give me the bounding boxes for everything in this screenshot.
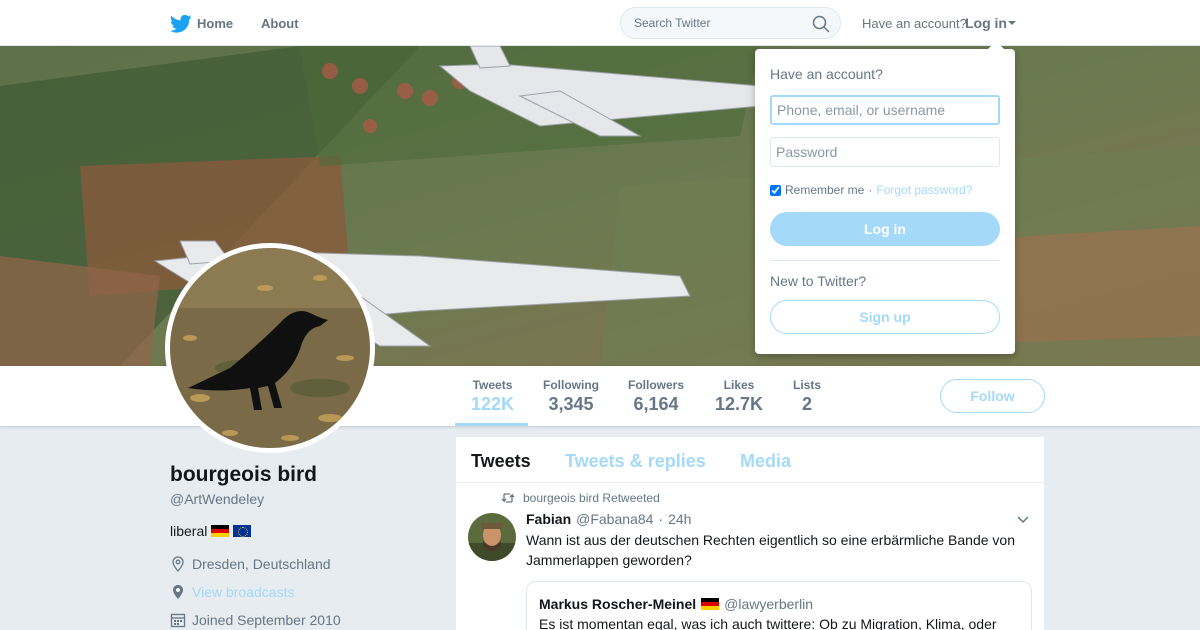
remember-me-row: Remember me · Forgot password? [770, 183, 972, 197]
profile-name[interactable]: bourgeois bird [170, 463, 317, 487]
quoted-tweet-text: Es ist momentan egal, was ich auch twitt… [539, 616, 997, 630]
retweet-icon [501, 493, 515, 503]
stat-value: 12.7K [715, 394, 764, 414]
login-menu-toggle[interactable]: Log in [965, 15, 1007, 31]
follow-button[interactable]: Follow [940, 379, 1045, 413]
login-button[interactable]: Log in [770, 212, 1000, 246]
quoted-author-name: Markus Roscher-Meinel [539, 596, 697, 612]
stat-likes[interactable]: Likes 12.7K [715, 378, 763, 415]
germany-flag-icon [701, 598, 720, 610]
have-account-text: Have an account? [862, 16, 967, 31]
germany-flag-icon [211, 525, 230, 537]
search-icon[interactable] [812, 15, 830, 33]
eu-flag-icon [233, 525, 252, 537]
profile-broadcasts[interactable]: View broadcasts [170, 584, 294, 600]
stat-followers[interactable]: Followers 6,164 [628, 378, 684, 415]
password-field[interactable] [770, 137, 1000, 167]
periscope-icon [173, 585, 183, 599]
calendar-icon [170, 613, 186, 628]
nav-home-link[interactable]: Home [197, 16, 233, 31]
tweet-author-avatar[interactable] [468, 513, 516, 561]
profile-bio: liberal [170, 523, 252, 539]
bio-text: liberal [170, 523, 208, 539]
tab-media[interactable]: Media [740, 451, 791, 472]
remember-me-checkbox[interactable] [770, 184, 781, 196]
stat-value: 3,345 [548, 394, 594, 414]
tweet-timestamp[interactable]: 24h [668, 511, 691, 527]
author-photo [468, 513, 516, 561]
stat-label: Lists [793, 378, 822, 392]
tab-tweets[interactable]: Tweets [471, 451, 531, 472]
stat-lists[interactable]: Lists 2 [793, 378, 821, 415]
retweeted-by-text[interactable]: bourgeois bird Retweeted [523, 491, 660, 505]
chevron-down-icon[interactable] [1017, 516, 1029, 524]
login-dropdown: Have an account? Remember me · Forgot pa… [755, 41, 1015, 354]
timeline-tabs: Tweets Tweets & replies Media [456, 437, 1044, 483]
tab-tweets-replies[interactable]: Tweets & replies [565, 451, 706, 472]
caret-down-icon[interactable] [1008, 21, 1016, 25]
view-broadcasts-link[interactable]: View broadcasts [192, 584, 294, 600]
remember-separator: · [868, 183, 873, 197]
joined-text: Joined September 2010 [192, 612, 341, 628]
tweet-author-handle[interactable]: @Fabana84 [576, 511, 653, 527]
location-pin-icon [172, 556, 184, 572]
active-stat-indicator [455, 423, 528, 426]
tweet-header: Fabian @Fabana84 · 24h [526, 511, 691, 527]
profile-location: Dresden, Deutschland [170, 556, 331, 572]
profile-handle[interactable]: @ArtWendeley [170, 491, 264, 507]
profile-joined: Joined September 2010 [170, 612, 341, 628]
retweet-context: bourgeois bird Retweeted [501, 491, 660, 505]
forgot-password-link[interactable]: Forgot password? [876, 183, 972, 197]
nav-about-link[interactable]: About [261, 16, 299, 31]
stat-label: Followers [628, 378, 685, 392]
remember-me-label[interactable]: Remember me [785, 183, 864, 197]
login-dropdown-title: Have an account? [770, 66, 883, 82]
location-text: Dresden, Deutschland [192, 556, 331, 572]
signup-button[interactable]: Sign up [770, 300, 1000, 334]
stat-value: 122K [471, 394, 515, 414]
profile-avatar[interactable] [165, 243, 375, 453]
meta-separator: · [658, 511, 664, 527]
search-box[interactable]: Search Twitter [620, 7, 841, 39]
quoted-tweet-header: Markus Roscher-Meinel @lawyerberlin [539, 596, 813, 612]
tweet-author-name[interactable]: Fabian [526, 511, 571, 527]
quoted-tweet[interactable]: Markus Roscher-Meinel @lawyerberlin Es i… [526, 581, 1032, 630]
top-nav: Home About Search Twitter Have an accoun… [0, 0, 1200, 46]
quoted-author-handle: @lawyerberlin [724, 596, 814, 612]
stat-label: Following [543, 378, 599, 392]
search-input[interactable]: Search Twitter [634, 16, 710, 30]
crow-photo [170, 248, 370, 448]
stat-following[interactable]: Following 3,345 [543, 378, 599, 415]
new-to-twitter-text: New to Twitter? [770, 273, 867, 289]
tweet-text: Wann ist aus der deutschen Rechten eigen… [526, 532, 1015, 568]
stat-label: Likes [723, 378, 755, 392]
divider [770, 260, 1000, 261]
stat-label: Tweets [472, 378, 513, 392]
username-field[interactable] [770, 95, 1000, 125]
twitter-bird-icon[interactable] [170, 14, 192, 34]
stat-tweets[interactable]: Tweets 122K [471, 378, 514, 415]
stat-value: 6,164 [633, 394, 679, 414]
tweet-timeline: Tweets Tweets & replies Media bourgeois … [456, 437, 1044, 630]
stat-value: 2 [802, 394, 813, 414]
